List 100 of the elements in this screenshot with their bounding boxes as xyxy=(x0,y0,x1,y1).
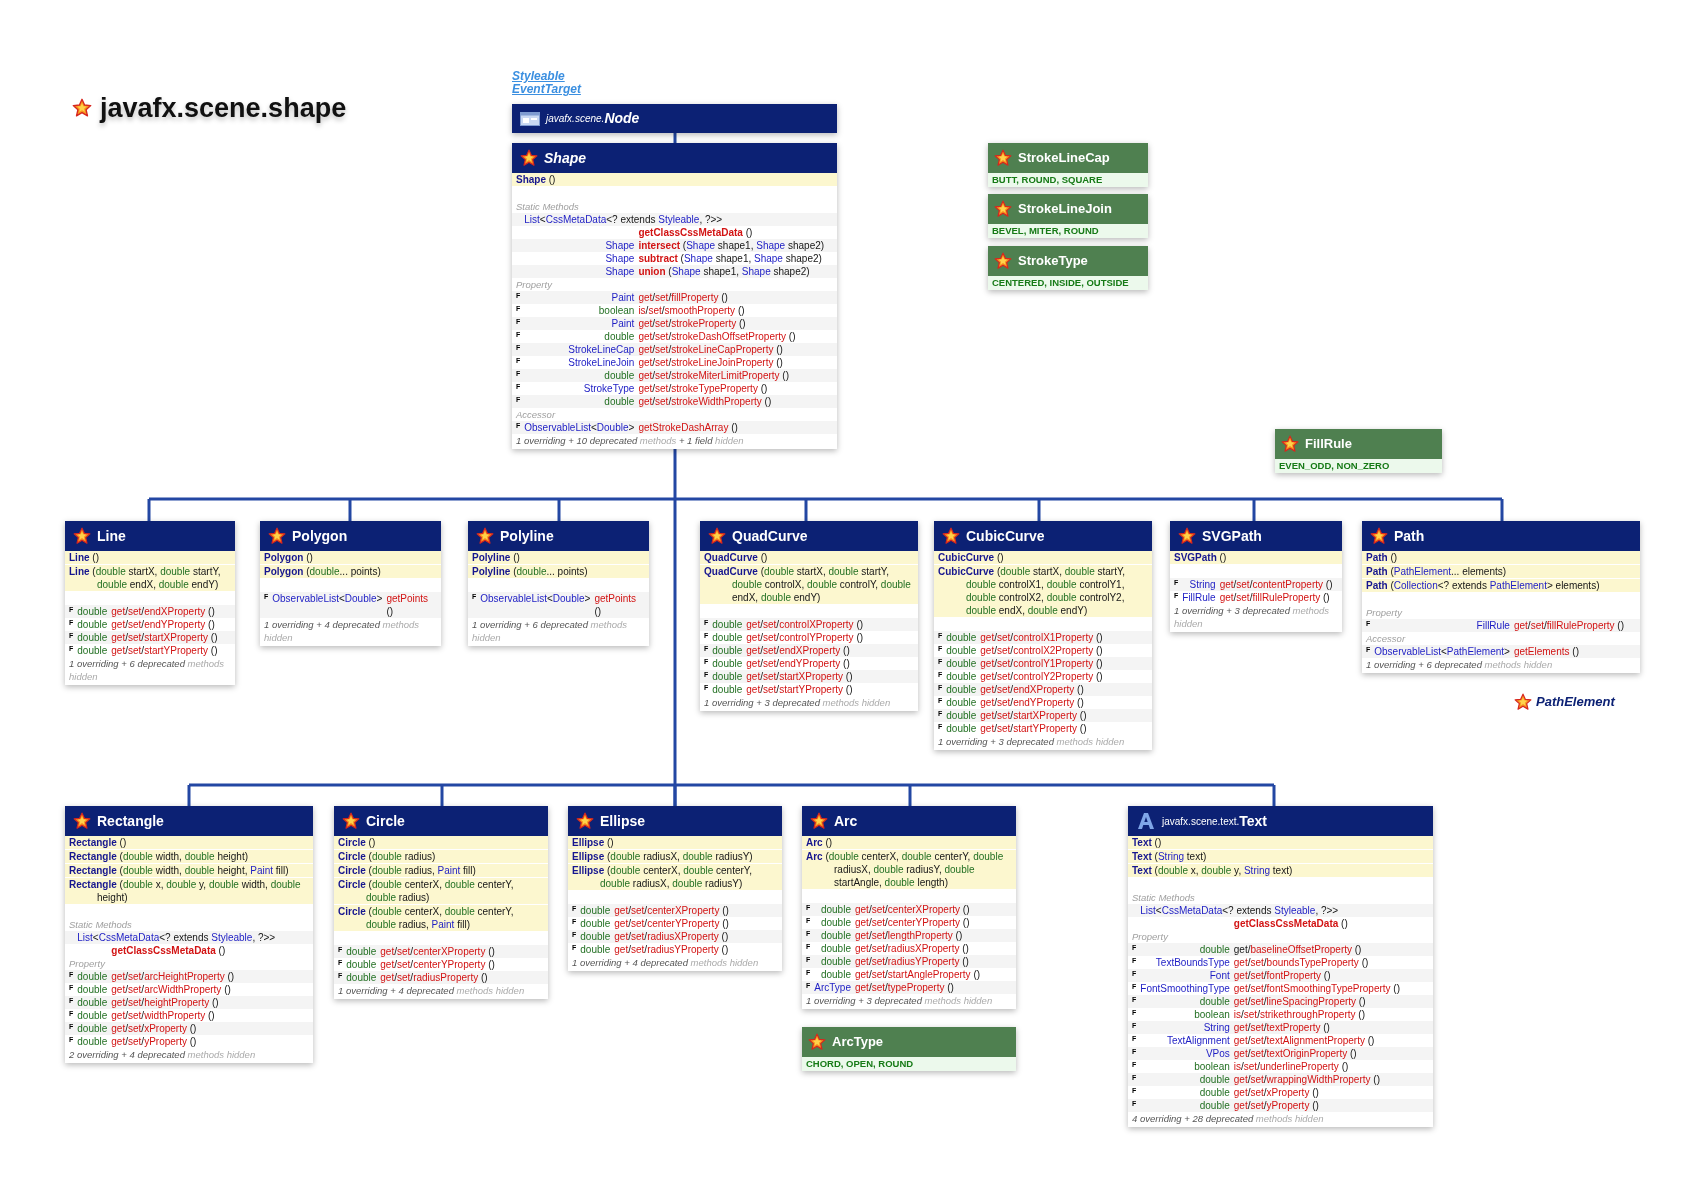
constructor-row: Rectangle () xyxy=(65,836,313,850)
hidden-members-note: 1 overriding + 3 deprecated methods hidden xyxy=(703,696,892,709)
constructor-row: Text (double x, double y, String text) xyxy=(1128,864,1433,878)
hidden-members-note: 1 overriding + 6 deprecated methods hidden xyxy=(471,618,628,644)
star-icon xyxy=(1178,527,1196,545)
constructor-row: Shape () xyxy=(512,173,837,187)
related-class-name[interactable]: PathElement xyxy=(1536,692,1615,712)
constructor-row: Ellipse (double centerX, double centerY, double radiusX, double radiusY) xyxy=(568,864,782,891)
enum-values: BEVEL, MITER, ROUND xyxy=(991,224,1100,238)
constructor-row: Rectangle (double x, double y, double width, double height) xyxy=(65,878,313,905)
section-label: Accessor xyxy=(515,408,557,421)
constructor-row: Arc (double centerX, double centerY, double radiusX, double radiusY, double startAngle, double length) xyxy=(802,850,1016,890)
section-label: Property xyxy=(1131,930,1170,943)
class-name[interactable]: Text xyxy=(1239,810,1267,832)
class-name[interactable]: Line xyxy=(97,525,126,547)
enum-name[interactable]: StrokeLineCap xyxy=(1018,148,1110,168)
member-row: List<CssMetaData<? extends Styleable, ?>> xyxy=(65,931,313,944)
constructor-row: Circle () xyxy=(334,836,548,850)
package-name: javafx.scene. xyxy=(546,112,605,126)
member-row: getClassCssMetaData () xyxy=(1128,917,1433,930)
package-title: javafx.scene.shape xyxy=(100,92,347,125)
class-name[interactable]: Node xyxy=(604,108,640,129)
enum-name[interactable]: FillRule xyxy=(1305,434,1352,454)
section-label: Static Methods xyxy=(1131,891,1196,904)
hidden-members-note: 1 overriding + 4 deprecated methods hidden xyxy=(263,618,420,644)
constructor-row: Path (Collection<? extends PathElement> elements) xyxy=(1362,579,1640,593)
member-row: Shape union (Shape shape1, Shape shape2) xyxy=(512,265,837,278)
constructor-row: Polygon () xyxy=(260,551,441,565)
class-name[interactable]: CubicCurve xyxy=(966,525,1045,547)
enum-name[interactable]: StrokeType xyxy=(1018,251,1088,271)
member-row: getClassCssMetaData () xyxy=(65,944,313,957)
star-icon xyxy=(1370,527,1388,545)
class-name[interactable]: Arc xyxy=(834,810,858,832)
constructor-row: Polyline (double... points) xyxy=(468,565,649,579)
class-name[interactable]: Rectangle xyxy=(97,810,164,832)
star-icon xyxy=(576,812,594,830)
section-label: Property xyxy=(515,278,554,291)
section-label: Property xyxy=(1365,606,1404,619)
star-icon xyxy=(994,149,1012,167)
constructor-row: Path () xyxy=(1362,551,1640,565)
constructor-row: Ellipse (double radiusX, double radiusY) xyxy=(568,850,782,864)
constructor-row: Polygon (double... points) xyxy=(260,565,441,579)
hidden-members-note: 1 overriding + 4 deprecated methods hidden xyxy=(571,956,760,969)
star-icon xyxy=(72,98,92,119)
star-icon xyxy=(268,527,286,545)
enum-values: EVEN_ODD, NON_ZERO xyxy=(1278,459,1391,473)
enum-values: CHORD, OPEN, ROUND xyxy=(805,1057,915,1071)
constructor-row: Text (String text) xyxy=(1128,850,1433,864)
hidden-members-note: 1 overriding + 6 deprecated methods hidden xyxy=(1365,658,1554,671)
star-icon xyxy=(520,149,538,167)
star-icon xyxy=(994,252,1012,270)
member-row: Shape subtract (Shape shape1, Shape shape2) xyxy=(512,252,837,265)
constructor-row: QuadCurve (double startX, double startY, double controlX, double controlY, double endX, double endY) xyxy=(700,565,918,605)
constructor-row: Circle (double radius, Paint fill) xyxy=(334,864,548,878)
star-icon xyxy=(708,527,726,545)
enum-name[interactable]: ArcType xyxy=(832,1032,884,1052)
class-name[interactable]: Circle xyxy=(366,810,405,832)
section-label: Accessor xyxy=(1365,632,1407,645)
section-label: Static Methods xyxy=(68,918,133,931)
hidden-members-note: 1 overriding + 6 deprecated methods hidden xyxy=(68,657,225,683)
enum-values: BUTT, ROUND, SQUARE xyxy=(991,173,1104,187)
star-icon xyxy=(1514,692,1532,711)
constructor-row: CubicCurve () xyxy=(934,551,1152,565)
section-label: Static Methods xyxy=(515,200,580,213)
enum-name[interactable]: StrokeLineJoin xyxy=(1018,199,1112,219)
constructor-row: SVGPath () xyxy=(1170,551,1342,565)
hidden-members-note: 1 overriding + 10 deprecated methods + 1 field hidden xyxy=(515,434,745,447)
star-icon xyxy=(942,527,960,545)
hidden-members-note: 1 overriding + 3 deprecated methods hidden xyxy=(937,735,1126,748)
member-row: getClassCssMetaData () xyxy=(512,226,837,239)
text-icon xyxy=(1136,811,1156,831)
star-icon xyxy=(994,200,1012,218)
class-name[interactable]: Ellipse xyxy=(600,810,646,832)
member-row: Shape intersect (Shape shape1, Shape shape2) xyxy=(512,239,837,252)
section-label: Property xyxy=(68,957,107,970)
hidden-members-note: 4 overriding + 28 deprecated methods hidden xyxy=(1131,1112,1325,1125)
window-icon xyxy=(520,111,540,126)
star-icon xyxy=(73,527,91,545)
class-name[interactable]: Shape xyxy=(544,147,586,169)
hidden-members-note: 1 overriding + 3 deprecated methods hidden xyxy=(1173,604,1330,630)
member-row: List<CssMetaData<? extends Styleable, ?>> xyxy=(1128,904,1433,917)
constructor-row: QuadCurve () xyxy=(700,551,918,565)
class-name[interactable]: Polygon xyxy=(292,525,348,547)
class-name[interactable]: Path xyxy=(1394,525,1425,547)
star-icon xyxy=(1281,435,1299,453)
package-name: javafx.scene.text. xyxy=(1162,814,1240,829)
class-name[interactable]: QuadCurve xyxy=(732,525,808,547)
constructor-row: Circle (double centerX, double centerY, double radius, Paint fill) xyxy=(334,905,548,932)
constructor-row: Circle (double radius) xyxy=(334,850,548,864)
constructor-row: Arc () xyxy=(802,836,1016,850)
constructor-row: Ellipse () xyxy=(568,836,782,850)
connector-line xyxy=(673,133,677,143)
star-icon xyxy=(808,1033,826,1051)
star-icon xyxy=(476,527,494,545)
class-name[interactable]: Polyline xyxy=(500,525,554,547)
enum-values: CENTERED, INSIDE, OUTSIDE xyxy=(991,276,1130,290)
constructor-row: CubicCurve (double startX, double startY, double controlX1, double controlY1, double controlX2, double controlY2, double endX, double endY) xyxy=(934,565,1152,618)
star-icon xyxy=(73,812,91,830)
class-name[interactable]: SVGPath xyxy=(1202,525,1262,547)
hidden-members-note: 2 overriding + 4 deprecated methods hidden xyxy=(68,1048,257,1061)
